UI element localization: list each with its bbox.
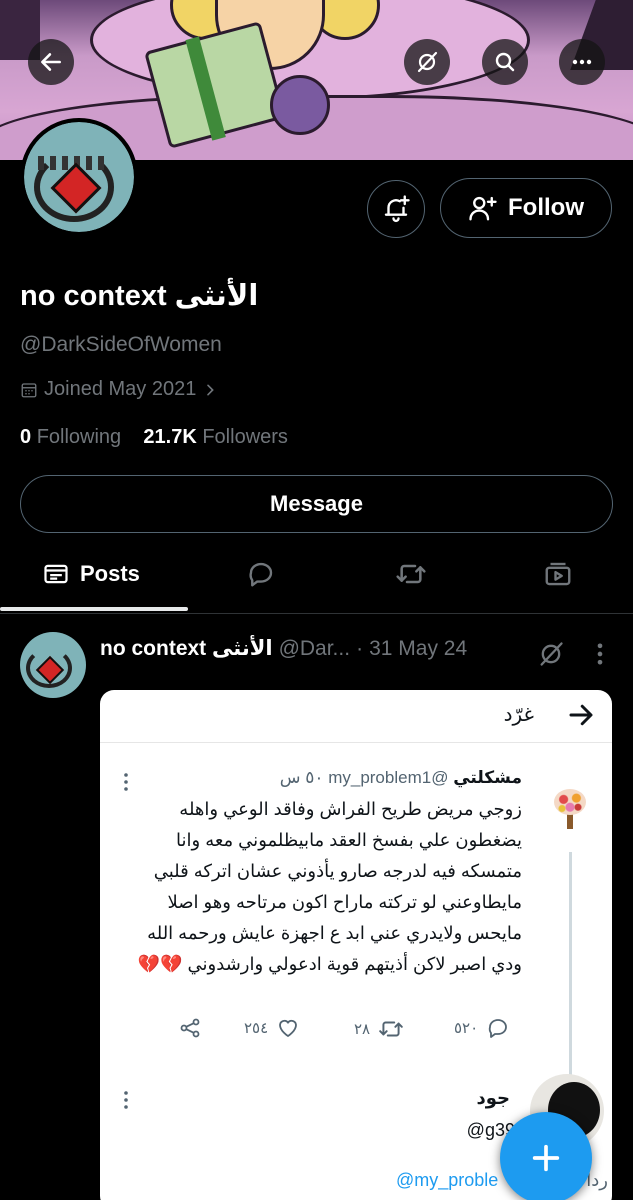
post-separator: · <box>356 636 364 660</box>
screenshot-likes-count: ٢٥٤ <box>244 1020 269 1037</box>
screenshot-replies: ٥٢٠ <box>454 1016 510 1040</box>
notifications-button[interactable] <box>367 180 425 238</box>
profile-avatar[interactable] <box>20 118 138 236</box>
grok-icon <box>540 642 563 666</box>
post-author-name[interactable]: no context الأنثى <box>100 636 273 661</box>
screenshot-more-icon <box>122 1088 130 1117</box>
divider <box>0 613 633 614</box>
screenshot-reply2-name: جود <box>476 1088 511 1108</box>
calendar-icon <box>21 382 37 397</box>
followers-link[interactable]: 21.7K Followers <box>143 426 288 448</box>
reply-bubble-icon <box>489 1019 508 1038</box>
screenshot-likes: ٢٥٤ <box>244 1016 300 1040</box>
profile-display-name: no context الأنثى <box>20 280 259 312</box>
screenshot-share <box>178 1016 202 1040</box>
message-button[interactable]: Message <box>20 475 613 533</box>
profile-stats: 0 Following 21.7K Followers <box>20 426 288 449</box>
screenshot-reply-header: مشكلتي @my_problem1 ٥٠ س <box>280 768 522 788</box>
following-link[interactable]: 0 Following <box>20 426 121 448</box>
screenshot-retweets-count: ٢٨ <box>354 1021 371 1038</box>
tab-posts[interactable]: Posts <box>42 545 140 603</box>
active-tab-indicator <box>0 607 188 611</box>
post-date[interactable]: 31 May 24 <box>369 637 467 661</box>
screenshot-reply2-to-handle: @my_proble <box>396 1170 499 1190</box>
person-add-icon <box>469 196 497 221</box>
post-author-avatar[interactable] <box>20 632 86 698</box>
post-more-button[interactable] <box>592 640 608 673</box>
bell-plus-icon <box>384 195 410 223</box>
profile-handle: @DarkSideOfWomen <box>20 333 222 356</box>
more-vertical-icon <box>597 643 603 665</box>
banner-arm <box>270 75 330 135</box>
screenshot-arrow <box>566 700 596 735</box>
followers-label: Followers <box>202 426 288 448</box>
screenshot-tree-avatar <box>546 785 594 833</box>
tree-crown <box>554 789 586 815</box>
screenshot-retweets: ٢٨ <box>354 1016 404 1042</box>
following-count: 0 <box>20 426 32 448</box>
media-icon <box>545 562 571 586</box>
screenshot-reply-actions: ٢٥٤ ٢٨ ٥٢٠ <box>178 1016 518 1046</box>
screenshot-reply-text: زوجي مريض طريح الفراش وفاقد الوعي واهله … <box>137 799 522 974</box>
search-button[interactable] <box>482 39 528 85</box>
screenshot-reply2-to-label: ردا <box>586 1170 608 1190</box>
heart-icon <box>279 1019 298 1038</box>
back-button[interactable] <box>28 39 74 85</box>
screenshot-replies-count: ٥٢٠ <box>454 1020 479 1037</box>
screenshot-title: غرّد <box>503 704 534 726</box>
tab-media[interactable] <box>543 545 573 603</box>
follow-label: Follow <box>508 194 584 221</box>
follow-button[interactable]: Follow <box>440 178 612 238</box>
tab-posts-label: Posts <box>80 561 140 586</box>
more-horizontal-icon <box>572 59 592 65</box>
reply-bubble-icon <box>249 562 273 587</box>
post-grok-button[interactable] <box>537 640 565 673</box>
search-icon <box>495 52 515 72</box>
share-icon <box>180 1018 200 1038</box>
compose-button[interactable] <box>500 1112 592 1200</box>
chevron-right-icon <box>207 384 215 395</box>
repost-icon <box>396 564 426 584</box>
following-label: Following <box>36 426 122 448</box>
tab-replies[interactable] <box>246 545 276 603</box>
post-author-handle[interactable]: @Dar... <box>279 637 351 661</box>
repost-icon <box>379 1021 403 1037</box>
tab-reposts[interactable] <box>395 545 427 603</box>
more-button[interactable] <box>559 39 605 85</box>
followers-count: 21.7K <box>143 426 197 448</box>
arrow-left-icon <box>41 53 61 71</box>
avatar-image <box>24 122 134 232</box>
joined-date[interactable]: Joined May 2021 <box>20 378 218 401</box>
screenshot-reply-name: مشكلتي <box>453 768 522 787</box>
grok-button[interactable] <box>404 39 450 85</box>
screenshot-reply-time: ٥٠ س <box>279 768 324 787</box>
screenshot-divider <box>100 742 612 743</box>
posts-icon <box>44 564 68 584</box>
screenshot-topbar: غرّد <box>100 690 612 742</box>
plus-icon <box>532 1144 560 1172</box>
joined-label: Joined May 2021 <box>44 378 197 400</box>
post-header: no context الأنثى @Dar... · 31 May 24 <box>100 636 467 661</box>
screenshot-reply-handle: @my_problem1 <box>328 768 449 787</box>
profile-tabs: Posts <box>0 545 633 613</box>
thread-line <box>569 852 572 1082</box>
arrow-right-icon <box>569 704 593 726</box>
grok-icon <box>417 51 438 73</box>
